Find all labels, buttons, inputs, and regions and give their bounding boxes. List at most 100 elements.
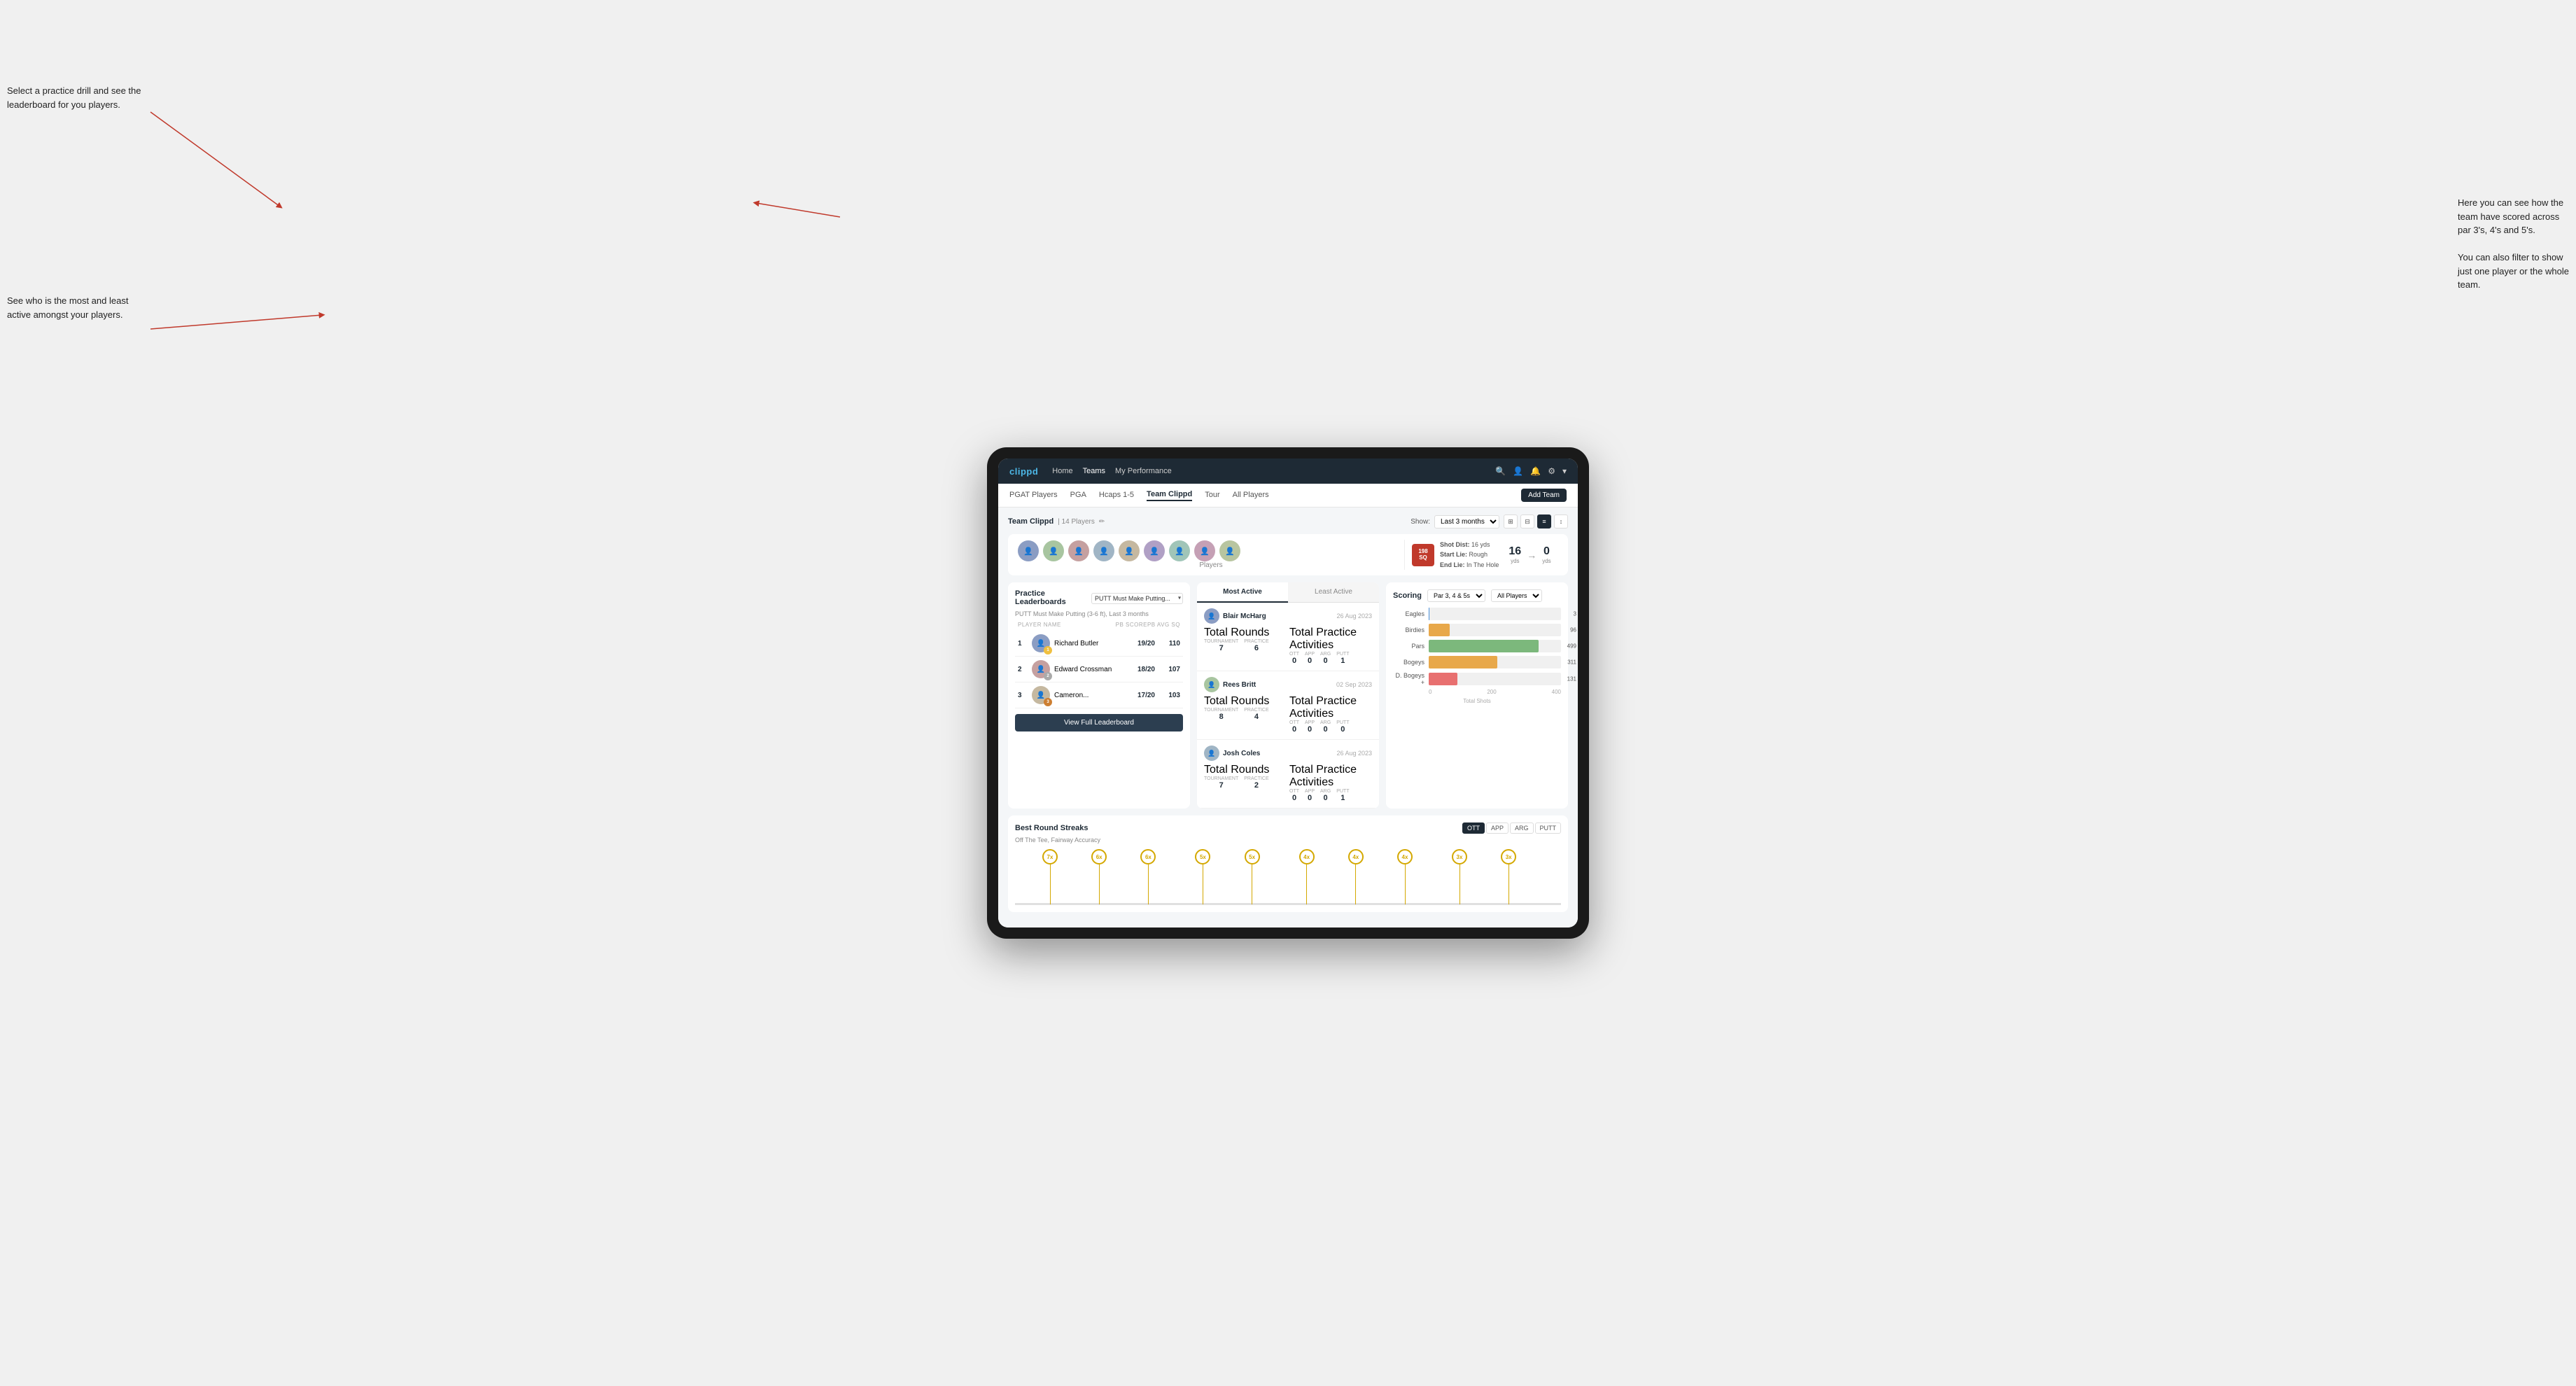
settings-icon[interactable]: ⚙ <box>1548 466 1555 476</box>
streaks-filter-putt[interactable]: PUTT <box>1535 822 1562 834</box>
pa-avatar-1: 👤 <box>1204 608 1219 624</box>
pa-name-1: Blair McHarg <box>1223 612 1266 620</box>
streak-pin-line <box>1306 864 1307 904</box>
list-item: 👤 Josh Coles 26 Aug 2023 Total Rounds To… <box>1197 740 1379 808</box>
pa-date-1: 26 Aug 2023 <box>1336 612 1372 620</box>
lb-avg-1: 110 <box>1159 640 1180 648</box>
sort-icon[interactable]: ↕ <box>1554 514 1568 528</box>
player-avatar-4[interactable]: 👤 <box>1093 540 1114 561</box>
pa-practice-1: 6 <box>1244 644 1268 652</box>
pa-avatar-2: 👤 <box>1204 677 1219 692</box>
streak-pin: 3x <box>1452 849 1467 904</box>
edit-icon[interactable]: ✏ <box>1099 518 1105 526</box>
subnav-pgat[interactable]: PGAT Players <box>1009 491 1058 500</box>
streak-pin-circle: 3x <box>1501 849 1516 864</box>
player-avatar-8[interactable]: 👤 <box>1194 540 1215 561</box>
streaks-filter-app[interactable]: APP <box>1486 822 1508 834</box>
streaks-filter-ott[interactable]: OTT <box>1462 822 1485 834</box>
bar-track: 131 <box>1429 673 1561 685</box>
scoring-header: Scoring Par 3, 4 & 5s All Players <box>1393 589 1561 602</box>
list-item: 👤 Blair McHarg 26 Aug 2023 Total Rounds … <box>1197 603 1379 671</box>
user-icon[interactable]: ▾ <box>1562 466 1567 476</box>
subnav-team-clippd[interactable]: Team Clippd <box>1147 490 1192 501</box>
streak-pin-circle: 3x <box>1452 849 1467 864</box>
pa-putt-3: 1 <box>1336 794 1349 802</box>
player-avatar-3[interactable]: 👤 <box>1068 540 1089 561</box>
streak-pin: 5x <box>1245 849 1260 904</box>
pa-name-3: Josh Coles <box>1223 750 1260 757</box>
nav-teams[interactable]: Teams <box>1083 467 1105 475</box>
bar-row: Bogeys 311 <box>1393 656 1561 668</box>
bar-track: 96 <box>1429 624 1561 636</box>
lb-name-3: Cameron... <box>1054 692 1133 699</box>
bar-track: 3 <box>1429 608 1561 620</box>
grid-large-icon[interactable]: ⊞ <box>1504 514 1518 528</box>
bar-label: Birdies <box>1393 626 1424 634</box>
show-dropdown[interactable]: Last 3 months <box>1434 515 1499 528</box>
main-content: Team Clippd | 14 Players ✏ Show: Last 3 … <box>998 507 1578 927</box>
bar-fill <box>1429 640 1539 652</box>
nav-home[interactable]: Home <box>1052 467 1072 475</box>
streaks-filter-arg[interactable]: ARG <box>1510 822 1534 834</box>
player-avatar-5[interactable]: 👤 <box>1119 540 1140 561</box>
player-avatar-7[interactable]: 👤 <box>1169 540 1190 561</box>
players-col: 👤 👤 👤 👤 👤 👤 👤 👤 👤 Players <box>1018 540 1404 569</box>
subnav-hcaps[interactable]: Hcaps 1-5 <box>1099 491 1134 500</box>
bar-fill <box>1429 656 1497 668</box>
streaks-chart: 7x 6x 6x 5x 5x 4x 4x 4x 3x 3x <box>1015 849 1561 905</box>
view-icons: ⊞ ⊟ ≡ ↕ <box>1504 514 1568 528</box>
lb-name-1: Richard Butler <box>1054 640 1133 648</box>
nav-my-performance[interactable]: My Performance <box>1115 467 1172 475</box>
bar-track: 311 <box>1429 656 1561 668</box>
add-team-button[interactable]: Add Team <box>1521 489 1567 502</box>
pa-arg-2: 0 <box>1320 725 1331 734</box>
team-count: | 14 Players <box>1058 518 1095 526</box>
view-full-leaderboard-button[interactable]: View Full Leaderboard <box>1015 714 1183 732</box>
grid-small-icon[interactable]: ⊟ <box>1520 514 1534 528</box>
streak-pin-circle: 5x <box>1245 849 1260 864</box>
streak-pin-circle: 7x <box>1042 849 1058 864</box>
tab-least-active[interactable]: Least Active <box>1288 582 1379 603</box>
subnav-pga[interactable]: PGA <box>1070 491 1086 500</box>
pa-total-rounds-label: Total Rounds <box>1204 626 1269 638</box>
subnav-all-players[interactable]: All Players <box>1233 491 1269 500</box>
player-avatar-1[interactable]: 👤 <box>1018 540 1039 561</box>
pa-ott-2: 0 <box>1289 725 1299 734</box>
three-col-grid: Practice Leaderboards PUTT Must Make Put… <box>1008 582 1568 808</box>
pa-ott-3: 0 <box>1289 794 1299 802</box>
player-avatar-9[interactable]: 👤 <box>1219 540 1240 561</box>
drill-subtitle: PUTT Must Make Putting (3-6 ft), Last 3 … <box>1015 610 1183 617</box>
bar-row: D. Bogeys + 131 <box>1393 672 1561 686</box>
player-avatar-2[interactable]: 👤 <box>1043 540 1064 561</box>
brand-logo: clippd <box>1009 466 1038 477</box>
pa-date-2: 02 Sep 2023 <box>1336 681 1372 688</box>
player-avatar-6[interactable]: 👤 <box>1144 540 1165 561</box>
list-item: 👤 Rees Britt 02 Sep 2023 Total Rounds To… <box>1197 671 1379 740</box>
pa-app-1: 0 <box>1305 657 1315 665</box>
bell-icon[interactable]: 🔔 <box>1530 466 1541 476</box>
drill-selector[interactable]: PUTT Must Make Putting... <box>1091 593 1183 604</box>
streak-pin-line <box>1405 864 1406 904</box>
search-icon[interactable]: 🔍 <box>1495 466 1506 476</box>
scoring-player-filter[interactable]: All Players <box>1491 589 1542 602</box>
scoring-title: Scoring <box>1393 592 1422 600</box>
lb-score-1: 19/20 <box>1138 640 1155 648</box>
subnav-tour[interactable]: Tour <box>1205 491 1219 500</box>
bar-row: Pars 499 <box>1393 640 1561 652</box>
pa-tournament-2: 8 <box>1204 713 1238 721</box>
pa-app-2: 0 <box>1305 725 1315 734</box>
pa-total-practice-label: Total Practice Activities <box>1289 626 1357 651</box>
list-icon[interactable]: ≡ <box>1537 514 1551 528</box>
yardage-to: 0 yds <box>1542 545 1550 564</box>
show-filter: Show: Last 3 months ⊞ ⊟ ≡ ↕ <box>1410 514 1568 528</box>
scoring-filter-dropdown[interactable]: Par 3, 4 & 5s <box>1427 589 1485 602</box>
streaks-filter-buttons: OTT APP ARG PUTT <box>1462 822 1561 834</box>
tab-most-active[interactable]: Most Active <box>1197 582 1288 603</box>
streak-pin-circle: 4x <box>1348 849 1364 864</box>
streaks-title: Best Round Streaks <box>1015 824 1088 832</box>
table-row: 1 👤 1 Richard Butler 19/20 110 <box>1015 631 1183 657</box>
bar-value: 96 <box>1570 627 1576 634</box>
people-icon[interactable]: 👤 <box>1513 466 1523 476</box>
shot-details: Shot Dist: 16 yds Start Lie: Rough End L… <box>1440 540 1499 570</box>
streaks-header: Best Round Streaks OTT APP ARG PUTT <box>1015 822 1561 834</box>
